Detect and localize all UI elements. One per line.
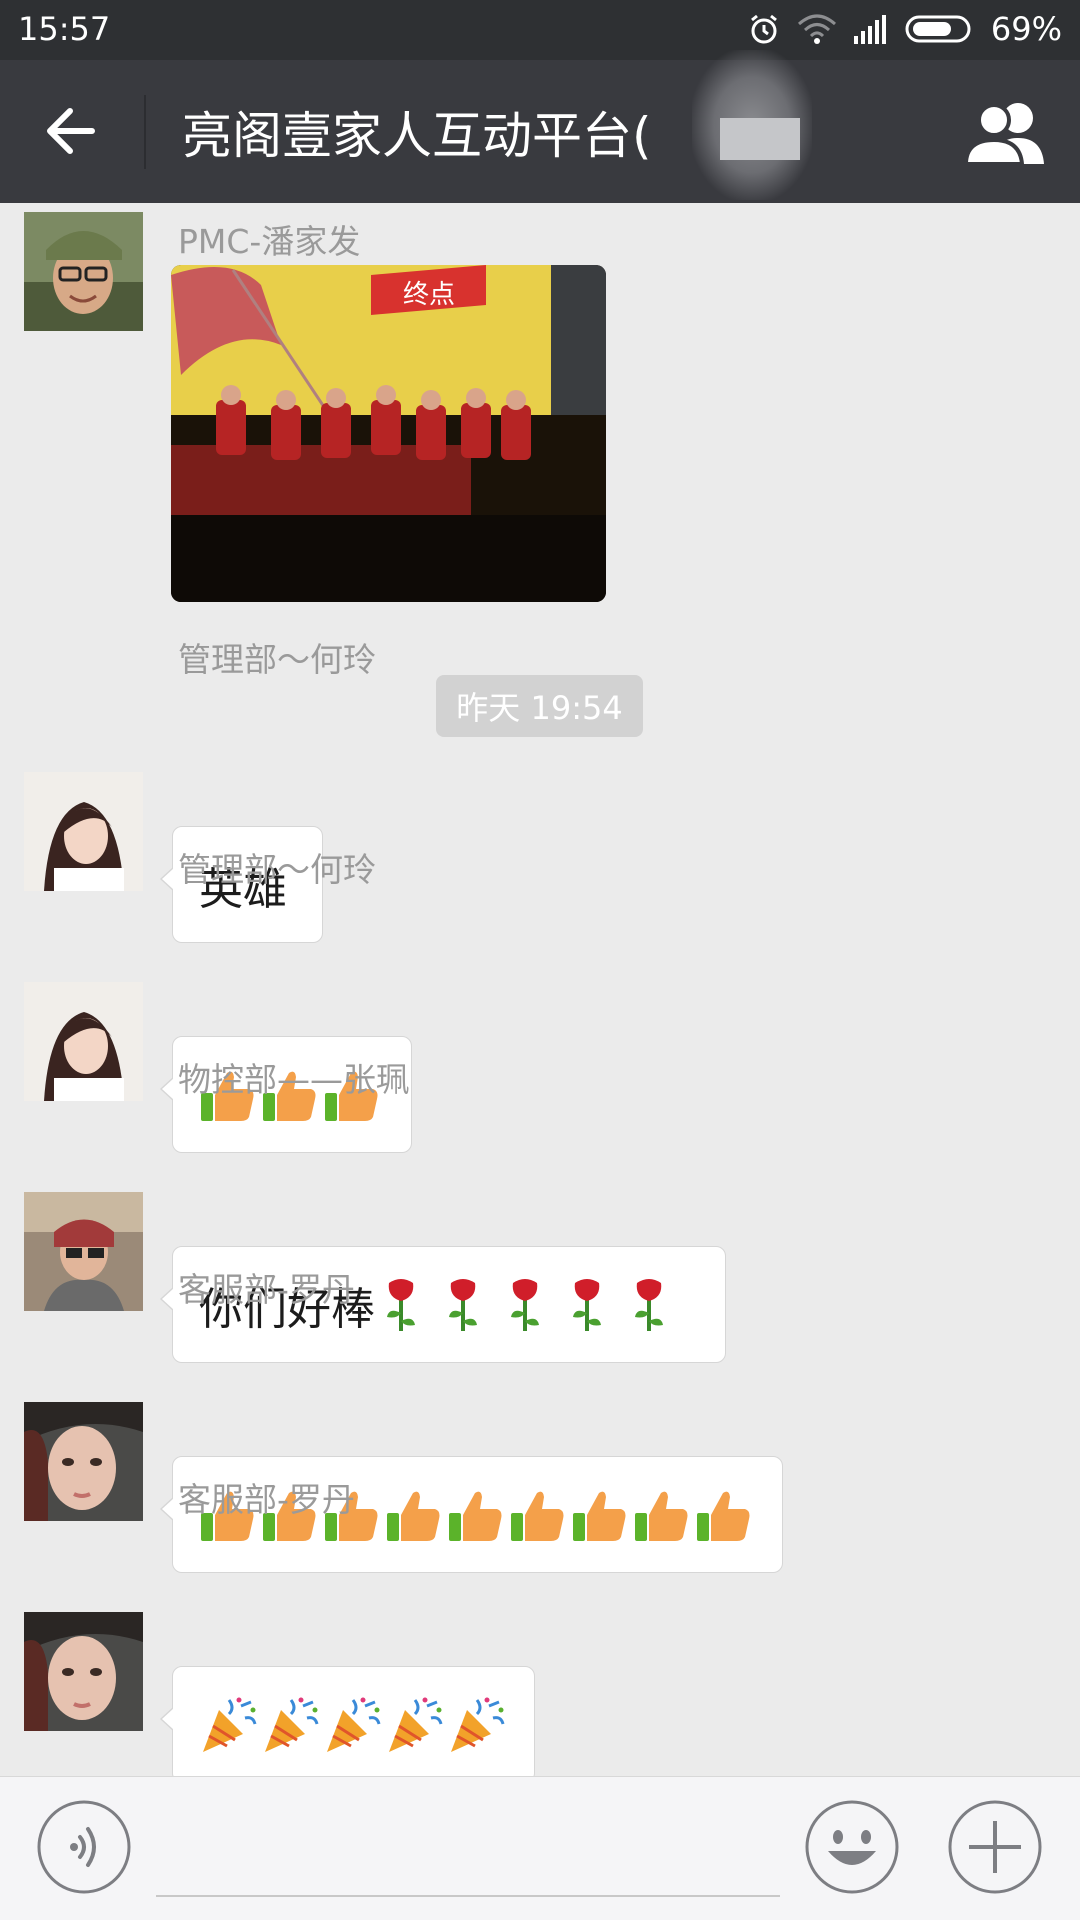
wifi-icon [797,14,836,44]
battery-icon [905,15,971,43]
sender-name: 管理部～何玲 [178,640,376,679]
status-bar: 15:57 69% [0,0,1080,60]
message-input[interactable] [156,1797,780,1897]
emoji-button[interactable] [804,1799,900,1895]
avatar[interactable] [24,1402,143,1521]
back-arrow-icon [47,108,95,154]
plus-icon [948,1800,1042,1894]
rose-icon [387,1278,415,1331]
sender-name: 客服部-罗丹 [178,1270,355,1309]
rose-icon [511,1278,539,1331]
status-icons: 69% [747,10,1062,48]
status-time: 15:57 [18,10,111,48]
party-popper-icon [265,1697,319,1752]
emoji-icon [805,1800,899,1894]
title-divider [144,95,146,169]
party-popper-icon [327,1697,381,1752]
emoji-row [199,1696,505,1754]
thumbs-up-icon [697,1491,750,1541]
sender-name: 物控部——张珮 [178,1060,409,1099]
group-info-button[interactable] [960,98,1050,166]
rose-icon [573,1278,601,1331]
timestamp: 昨天 19:54 [436,675,643,737]
thumbs-up-icon [511,1491,564,1541]
voice-input-icon [37,1800,131,1894]
avatar[interactable] [24,1192,143,1311]
avatar[interactable] [24,982,143,1101]
rose-icon [449,1278,477,1331]
party-popper-icon [389,1697,443,1752]
title-bar: 亮阁壹家人互动平台( [0,50,1080,203]
sender-name: 客服部-罗丹 [178,1480,355,1519]
chat-area[interactable]: PMC-潘家发 终点 昨天 19:54 管理部～何玲 英雄 管理部～何玲 物控部… [0,203,1080,1776]
more-options-button[interactable] [947,1799,1043,1895]
signal-icon [853,15,886,44]
avatar[interactable] [24,212,143,331]
back-button[interactable] [40,96,110,166]
avatar[interactable] [24,772,143,891]
thumbs-up-icon [635,1491,688,1541]
emoji-row [381,1277,669,1333]
rose-icon [635,1278,663,1331]
input-bar [0,1776,1080,1920]
sender-name: 管理部～何玲 [178,850,376,889]
alarm-icon [750,14,777,44]
voice-input-button[interactable] [36,1799,132,1895]
thumbs-up-icon [449,1491,502,1541]
image-message[interactable]: 终点 [171,265,606,602]
photo-sign-text: 终点 [403,280,455,310]
group-members-icon [963,103,1044,166]
party-popper-icon [451,1697,505,1752]
thumbs-up-icon [387,1491,440,1541]
thumbs-up-icon [573,1491,626,1541]
battery-percent: 69% [990,10,1062,48]
avatar[interactable] [24,1612,143,1731]
party-popper-icon [203,1697,257,1752]
message-bubble[interactable] [160,1666,535,1776]
title-redaction-block [720,118,800,160]
sender-name: PMC-潘家发 [178,222,361,261]
